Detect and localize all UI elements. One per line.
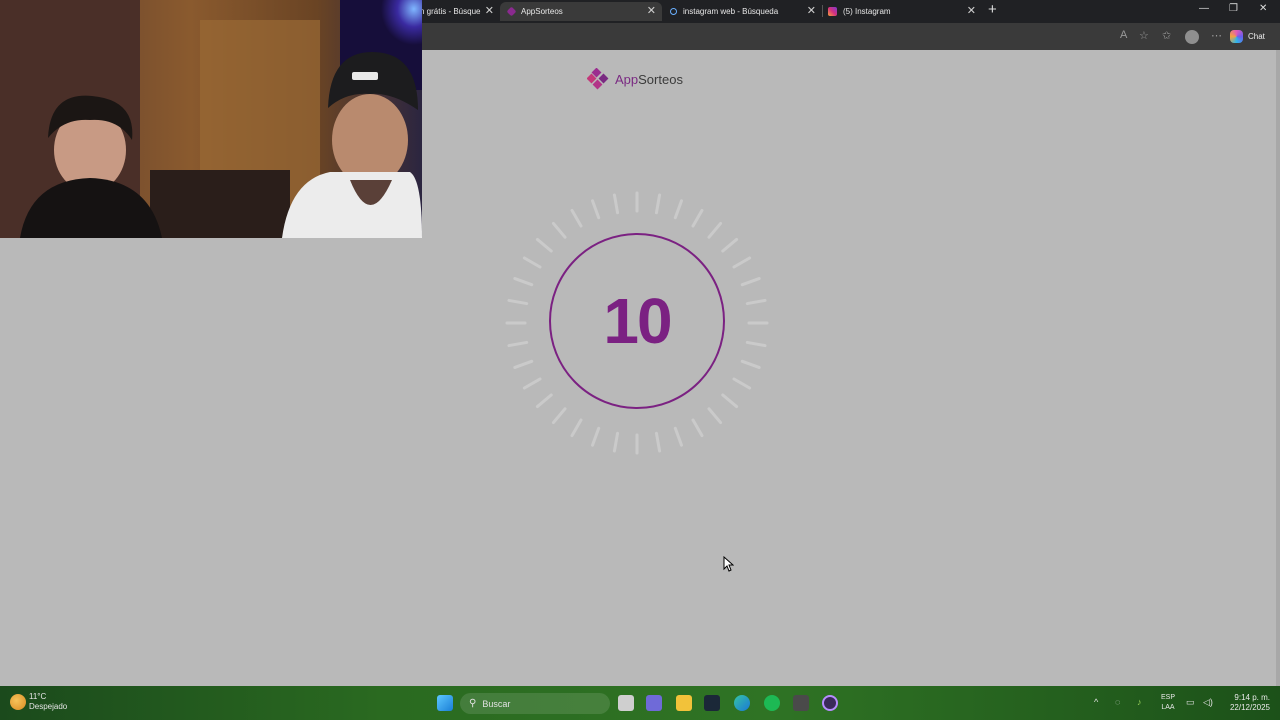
timer-ray <box>740 359 761 369</box>
tab-instagram[interactable]: (5) Instagram ✕ <box>822 2 982 21</box>
chat-label: Chat <box>1248 31 1265 41</box>
weather-condition: Despejado <box>29 702 68 711</box>
tab-title: AppSorteos <box>521 7 563 16</box>
tab-appsorteos[interactable]: AppSorteos ✕ <box>500 2 662 21</box>
clock-time: 9:14 p. m. <box>1234 693 1270 702</box>
more-menu-icon[interactable]: ⋯ <box>1211 29 1222 42</box>
microphone-icon[interactable]: ♪ <box>1137 697 1142 707</box>
countdown-value: 10 <box>603 285 672 357</box>
weather-temp: 11°C <box>29 692 47 701</box>
timer-ray <box>522 256 542 269</box>
read-aloud-icon[interactable]: A <box>1120 29 1127 41</box>
favorite-star-icon[interactable]: ☆ <box>1139 29 1149 42</box>
timer-ray <box>591 426 601 447</box>
tab-title: n grátis - Búsque <box>420 7 481 16</box>
search-favicon-icon <box>670 8 677 15</box>
page-scrollbar[interactable] <box>1276 50 1280 686</box>
timer-ray <box>570 418 583 438</box>
timer-ray <box>612 431 620 453</box>
timer-ray <box>745 298 767 306</box>
timer-ray <box>745 340 767 348</box>
keyboard-layout: LAA <box>1161 704 1175 711</box>
close-tab-icon[interactable]: ✕ <box>647 5 656 17</box>
appsorteos-logo[interactable]: AppSorteos <box>587 68 683 90</box>
language-indicator[interactable]: ESP LAA <box>1158 693 1178 713</box>
timer-ray <box>691 418 704 438</box>
timer-ray <box>673 426 683 447</box>
timer-ray <box>732 256 752 269</box>
task-view-icon[interactable] <box>618 695 634 711</box>
instagram-favicon-icon <box>828 7 837 16</box>
window-close-icon[interactable]: ✕ <box>1259 3 1267 14</box>
timer-ray <box>691 208 704 228</box>
restore-icon[interactable]: ❐ <box>1229 3 1238 14</box>
webcam-overlay <box>0 0 422 238</box>
search-placeholder: Buscar <box>482 698 511 709</box>
display-icon[interactable]: ▭ <box>1186 697 1195 708</box>
minimize-icon[interactable]: — <box>1199 3 1209 14</box>
timer-ray <box>673 199 683 220</box>
appsorteos-favicon-icon <box>506 6 517 17</box>
tray-overflow-icon[interactable]: ^ <box>1094 697 1098 707</box>
obs-icon[interactable] <box>822 695 838 711</box>
edge-icon[interactable] <box>734 695 750 711</box>
language-code: ESP <box>1160 694 1175 701</box>
timer-ray <box>551 407 567 425</box>
teams-icon[interactable] <box>646 695 662 711</box>
timer-ray <box>707 407 723 425</box>
spotify-icon[interactable] <box>764 695 780 711</box>
weather-widget[interactable]: 11°C Despejado <box>10 692 67 712</box>
search-icon: ⚲ <box>469 698 477 709</box>
volume-icon[interactable]: ◁) <box>1203 697 1213 708</box>
profile-avatar-icon[interactable] <box>1185 30 1199 44</box>
timer-ray <box>522 377 542 390</box>
timer-ray <box>740 277 761 287</box>
weather-icon <box>10 694 26 710</box>
timer-ray <box>591 199 601 220</box>
tab-title: instagram web - Búsqueda <box>683 7 779 16</box>
favorites-list-icon[interactable]: ✩ <box>1162 29 1171 42</box>
timer-ray <box>513 277 534 287</box>
timer-ray <box>732 377 752 390</box>
timer-ray <box>654 431 662 453</box>
steam-icon[interactable] <box>704 695 720 711</box>
close-tab-icon[interactable]: ✕ <box>485 5 494 17</box>
tab-instagram-web-search[interactable]: instagram web - Búsqueda ✕ <box>662 2 822 21</box>
clock-date: 22/12/2025 <box>1229 703 1270 712</box>
weather-text: 11°C Despejado <box>29 692 67 712</box>
system-clock[interactable]: 9:14 p. m. 22/12/2025 <box>1222 693 1270 713</box>
windows-start-icon[interactable] <box>437 695 453 711</box>
webcam-feed-image <box>0 0 422 238</box>
tab-title: (5) Instagram <box>843 7 891 16</box>
windows-taskbar: 11°C Despejado ⚲ Buscar ^ ◌ ♪ ESP LAA ▭ … <box>0 686 1280 720</box>
timer-ray <box>612 193 620 215</box>
close-tab-icon[interactable]: ✕ <box>967 5 976 17</box>
timer-ray <box>507 298 529 306</box>
timer-ray <box>570 208 583 228</box>
tab-search-grati[interactable]: n grátis - Búsque ✕ <box>420 2 500 21</box>
network-icon[interactable]: ◌ <box>1115 697 1120 707</box>
copilot-chat-button[interactable]: Chat <box>1230 27 1265 45</box>
timer-ray <box>513 359 534 369</box>
close-tab-icon[interactable]: ✕ <box>807 5 816 17</box>
brand-name: AppSorteos <box>615 71 683 87</box>
timer-ray <box>507 340 529 348</box>
timer-ray <box>654 193 662 215</box>
countdown-timer: 10 <box>497 183 777 463</box>
file-explorer-icon[interactable] <box>676 695 692 711</box>
new-tab-plus-icon[interactable]: + <box>988 2 997 18</box>
taskbar-search[interactable]: ⚲ Buscar <box>460 693 610 714</box>
mouse-cursor-icon <box>723 556 734 572</box>
app-icon[interactable] <box>793 695 809 711</box>
appsorteos-logo-icon <box>587 68 609 90</box>
copilot-icon <box>1230 29 1243 43</box>
